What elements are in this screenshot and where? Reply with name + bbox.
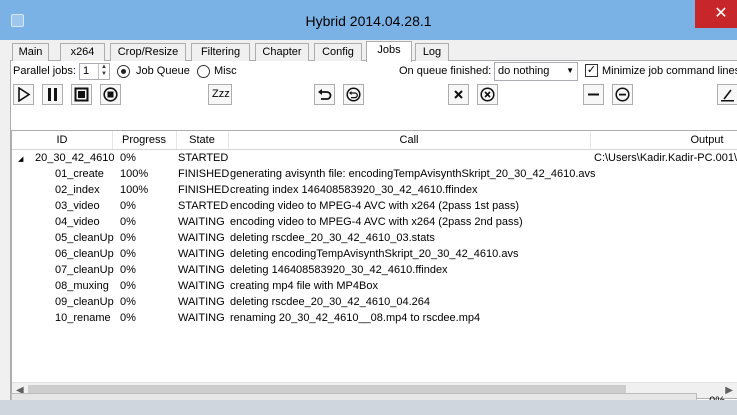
table-row[interactable]: 10_rename 0% WAITING renaming 20_30_42_4… [12, 311, 737, 327]
misc-label: Misc [214, 65, 237, 77]
on-queue-finished-label: On queue finished: [399, 65, 492, 77]
window-title: Hybrid 2014.04.28.1 [305, 13, 432, 29]
tab-bar: Main x264 Crop/Resize Filtering Chapter … [10, 41, 737, 62]
job-table: ID Progress State Call Output ◢ 20_30_42… [11, 130, 737, 399]
scroll-right-icon[interactable]: ▶ [725, 385, 733, 396]
table-row[interactable]: 08_muxing 0% WAITING creating mp4 file w… [12, 279, 737, 295]
table-row[interactable]: 03_video 0% STARTED encoding video to MP… [12, 199, 737, 215]
start-button[interactable] [13, 84, 34, 105]
tab-filtering[interactable]: Filtering [191, 43, 250, 61]
reset-icon [346, 87, 361, 102]
table-row[interactable]: 06_cleanUp 0% WAITING deleting encodingT… [12, 247, 737, 263]
column-header-id[interactable]: ID [12, 134, 112, 146]
job-queue-label: Job Queue [136, 65, 190, 77]
stop-all-icon [103, 87, 118, 102]
delete-icon [454, 90, 463, 99]
table-row[interactable]: 09_cleanUp 0% WAITING deleting rscdee_20… [12, 295, 737, 311]
parallel-jobs-spinner[interactable]: 1 ▲ ▼ [79, 63, 110, 80]
stop-all-button[interactable] [100, 84, 121, 105]
stop-icon [74, 87, 89, 102]
job-queue-radio[interactable] [117, 65, 130, 78]
column-header-output[interactable]: Output [672, 134, 737, 146]
column-header-call[interactable]: Call [228, 134, 590, 146]
sleep-button[interactable]: Zzz [208, 84, 232, 105]
jobs-panel: Parallel jobs: 1 ▲ ▼ Job Queue Misc On qu… [10, 61, 737, 412]
pause-icon [48, 88, 57, 101]
minimize-command-lines-label: Minimize job command lines [602, 65, 737, 77]
close-button[interactable]: ✕ [695, 0, 737, 28]
on-queue-finished-select[interactable]: do nothing ▼ [494, 62, 578, 81]
collapse-all-button[interactable] [612, 84, 633, 105]
edit-icon [721, 89, 734, 102]
delete-all-icon [480, 87, 495, 102]
tab-config[interactable]: Config [314, 43, 362, 61]
edit-button[interactable] [717, 84, 737, 105]
spinner-arrows-icon[interactable]: ▲ ▼ [98, 64, 109, 79]
title-bar: Hybrid 2014.04.28.1 ✕ [0, 0, 737, 40]
undo-icon [318, 89, 332, 100]
start-icon [18, 87, 31, 102]
tab-x264[interactable]: x264 [60, 43, 105, 61]
tab-main[interactable]: Main [12, 43, 49, 61]
window-bottom-edge [0, 400, 737, 415]
tab-log[interactable]: Log [415, 43, 449, 61]
table-row[interactable]: 01_create 100% FINISHED generating avisy… [12, 167, 737, 183]
minimize-command-lines-checkbox[interactable]: ✓ [585, 64, 598, 77]
table-row[interactable]: 04_video 0% WAITING encoding video to MP… [12, 215, 737, 231]
table-row[interactable]: 05_cleanUp 0% WAITING deleting rscdee_20… [12, 231, 737, 247]
column-header-progress[interactable]: Progress [112, 134, 176, 146]
tab-crop-resize[interactable]: Crop/Resize [110, 43, 186, 61]
delete-button[interactable] [448, 84, 469, 105]
tab-jobs[interactable]: Jobs [366, 41, 412, 62]
column-header-state[interactable]: State [176, 134, 228, 146]
sleep-icon: Zzz [212, 88, 230, 100]
collapse-icon [588, 93, 599, 96]
expand-arrow-icon[interactable]: ◢ [18, 155, 23, 163]
pause-button[interactable] [42, 84, 63, 105]
stop-button[interactable] [71, 84, 92, 105]
chevron-down-icon: ▼ [566, 66, 574, 75]
table-row[interactable]: 02_index 100% FINISHED creating index 14… [12, 183, 737, 199]
reset-button[interactable] [343, 84, 364, 105]
table-group-row[interactable]: ◢ 20_30_42_4610 0% STARTED C:\Users\Kadi… [12, 151, 737, 167]
table-header: ID Progress State Call Output [12, 131, 737, 150]
window-client: Main x264 Crop/Resize Filtering Chapter … [6, 40, 737, 412]
collapse-all-icon [615, 87, 630, 102]
parallel-jobs-label: Parallel jobs: [13, 65, 76, 77]
undo-button[interactable] [314, 84, 335, 105]
misc-radio[interactable] [197, 65, 210, 78]
delete-all-button[interactable] [477, 84, 498, 105]
collapse-button[interactable] [583, 84, 604, 105]
table-row[interactable]: 07_cleanUp 0% WAITING deleting 146408583… [12, 263, 737, 279]
tab-chapter[interactable]: Chapter [255, 43, 309, 61]
